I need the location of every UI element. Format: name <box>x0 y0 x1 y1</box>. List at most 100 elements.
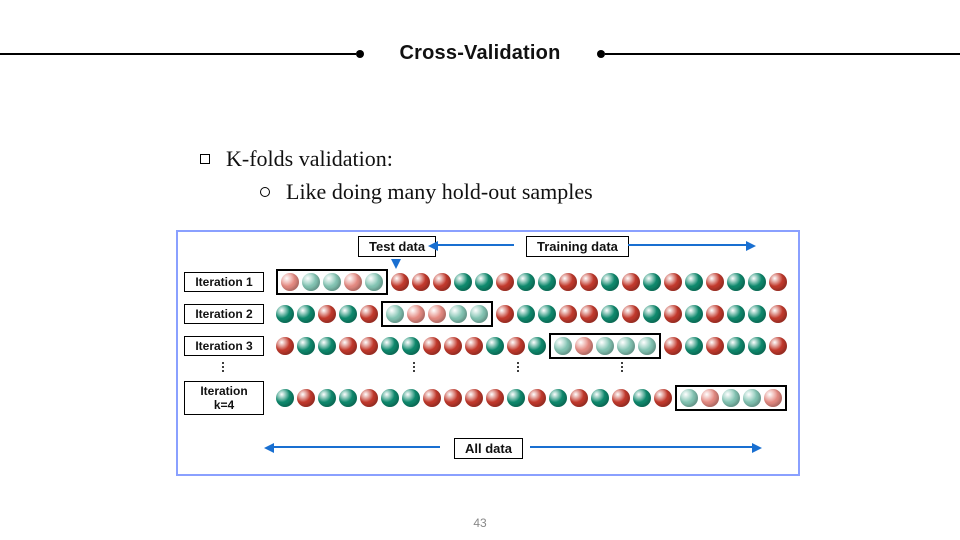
data-ball-icon <box>444 389 462 407</box>
data-ball-icon <box>297 389 315 407</box>
slide-title: Cross-Validation <box>364 42 597 65</box>
data-ball-icon <box>407 305 425 323</box>
data-ball-icon <box>722 389 740 407</box>
data-ball-icon <box>769 337 787 355</box>
data-ball-icon <box>601 305 619 323</box>
data-ball-icon <box>633 389 651 407</box>
data-ball-icon <box>748 337 766 355</box>
data-ball-icon <box>318 389 336 407</box>
data-ball-icon <box>706 337 724 355</box>
data-ball-icon <box>454 273 472 291</box>
data-ball-icon <box>297 337 315 355</box>
iteration-row: Iteration k=4 <box>178 382 798 414</box>
ball-strip <box>276 385 787 411</box>
data-ball-icon <box>365 273 383 291</box>
bullet-sub: Like doing many hold-out samples <box>260 175 880 208</box>
data-ball-icon <box>748 305 766 323</box>
data-ball-icon <box>554 337 572 355</box>
arrow-down-icon <box>391 259 401 269</box>
data-ball-icon <box>680 389 698 407</box>
rule-right <box>605 53 960 55</box>
data-ball-icon <box>664 305 682 323</box>
data-ball-icon <box>423 337 441 355</box>
data-ball-icon <box>528 337 546 355</box>
data-ball-icon <box>591 389 609 407</box>
data-ball-icon <box>360 337 378 355</box>
iteration-row: Iteration 2 <box>178 298 798 330</box>
ball-strip <box>276 333 787 359</box>
data-ball-icon <box>276 305 294 323</box>
data-ball-icon <box>601 273 619 291</box>
data-ball-icon <box>465 389 483 407</box>
title-bar: Cross-Validation <box>0 42 960 65</box>
data-ball-icon <box>748 273 766 291</box>
test-data-label: Test data <box>358 236 436 257</box>
rule-left <box>0 53 356 55</box>
data-ball-icon <box>302 273 320 291</box>
data-ball-icon <box>486 389 504 407</box>
data-ball-icon <box>701 389 719 407</box>
kfold-diagram: Test data Training data Iteration 1 Itera… <box>176 230 800 476</box>
data-ball-icon <box>486 337 504 355</box>
data-ball-icon <box>685 273 703 291</box>
data-ball-icon <box>465 337 483 355</box>
data-ball-icon <box>596 337 614 355</box>
bullet-sub-text: Like doing many hold-out samples <box>286 175 593 208</box>
data-ball-icon <box>381 337 399 355</box>
ball-strip <box>276 301 787 327</box>
data-ball-icon <box>664 273 682 291</box>
data-ball-icon <box>444 337 462 355</box>
data-ball-icon <box>360 389 378 407</box>
data-ball-icon <box>727 273 745 291</box>
data-ball-icon <box>517 305 535 323</box>
iteration-row: Iteration 3 <box>178 330 798 362</box>
iteration-row: Iteration 1 <box>178 266 798 298</box>
data-ball-icon <box>769 273 787 291</box>
iteration-label: Iteration k=4 <box>184 381 264 415</box>
data-ball-icon <box>706 305 724 323</box>
data-ball-icon <box>297 305 315 323</box>
data-ball-icon <box>339 389 357 407</box>
data-ball-icon <box>391 273 409 291</box>
data-ball-icon <box>281 273 299 291</box>
dot-icon <box>597 50 605 58</box>
data-ball-icon <box>276 389 294 407</box>
arrow-right-icon <box>530 446 754 448</box>
data-ball-icon <box>528 389 546 407</box>
test-fold-box <box>675 385 787 411</box>
data-ball-icon <box>344 273 362 291</box>
data-ball-icon <box>428 305 446 323</box>
data-ball-icon <box>507 389 525 407</box>
ball-strip <box>276 269 787 295</box>
data-ball-icon <box>622 273 640 291</box>
data-ball-icon <box>433 273 451 291</box>
arrow-left-icon <box>436 244 514 246</box>
iteration-label: Iteration 2 <box>184 304 264 324</box>
data-ball-icon <box>622 305 640 323</box>
data-ball-icon <box>580 305 598 323</box>
test-fold-box <box>549 333 661 359</box>
data-ball-icon <box>381 389 399 407</box>
ellipsis-row <box>178 362 798 382</box>
body-content: K-folds validation: Like doing many hold… <box>200 142 880 208</box>
data-ball-icon <box>654 389 672 407</box>
arrow-right-icon <box>628 244 748 246</box>
arrow-left-icon <box>272 446 440 448</box>
data-ball-icon <box>769 305 787 323</box>
iteration-label: Iteration 3 <box>184 336 264 356</box>
data-ball-icon <box>570 389 588 407</box>
data-ball-icon <box>318 337 336 355</box>
data-ball-icon <box>423 389 441 407</box>
data-ball-icon <box>685 305 703 323</box>
iteration-label: Iteration 1 <box>184 272 264 292</box>
data-ball-icon <box>612 389 630 407</box>
training-data-label: Training data <box>526 236 629 257</box>
data-ball-icon <box>764 389 782 407</box>
test-fold-box <box>381 301 493 327</box>
data-ball-icon <box>559 305 577 323</box>
data-ball-icon <box>496 305 514 323</box>
data-ball-icon <box>449 305 467 323</box>
square-bullet-icon <box>200 154 210 164</box>
data-ball-icon <box>507 337 525 355</box>
data-ball-icon <box>318 305 336 323</box>
